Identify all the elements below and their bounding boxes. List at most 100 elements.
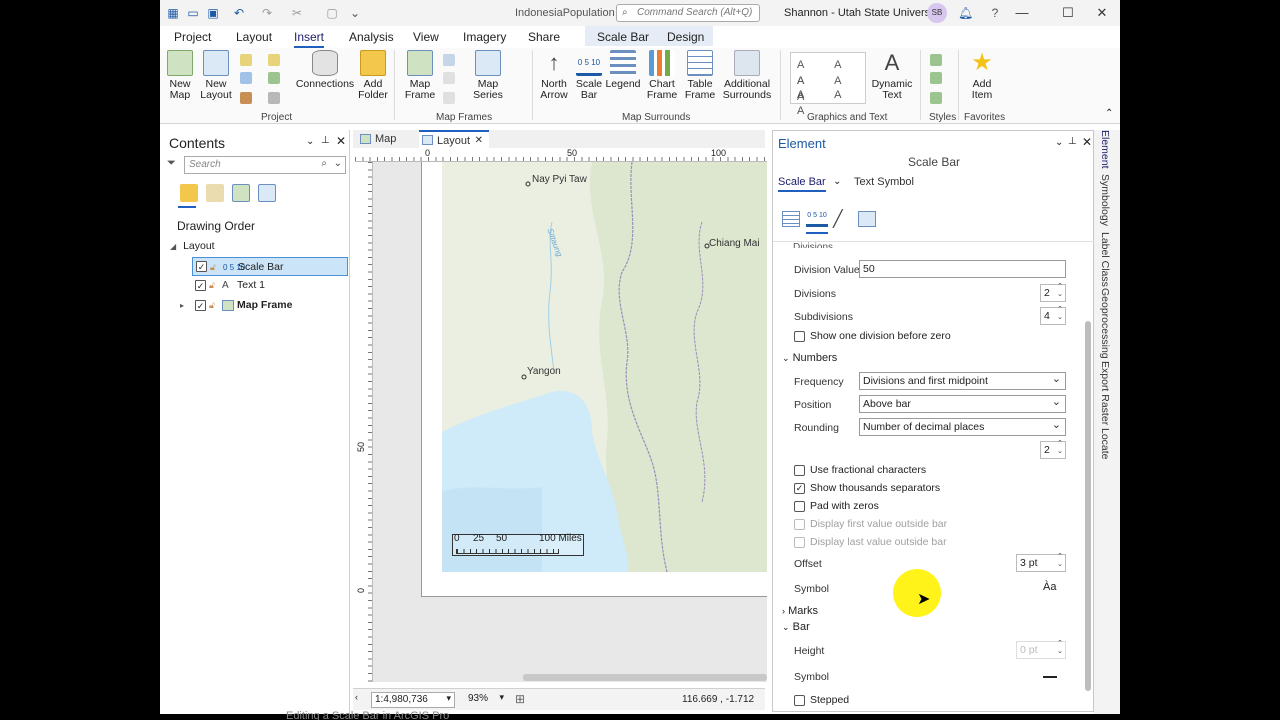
tab-map-view[interactable]: Map [357, 130, 417, 148]
divisions-stepper[interactable]: 2 [1040, 283, 1066, 302]
map-frame-button[interactable]: Map Frame [402, 50, 438, 101]
bar-section[interactable]: ⌄ Bar [782, 621, 810, 633]
new-layout-button[interactable]: New Layout [198, 50, 234, 101]
horizontal-scrollbar[interactable] [523, 674, 767, 681]
layout-canvas[interactable]: Nay Pyi Taw Chiang Mai Yangon Sittaung 0… [373, 162, 767, 682]
undo-icon[interactable]: ↶ [232, 6, 246, 20]
command-search-input[interactable]: ⌕ Command Search (Alt+Q) [616, 4, 760, 22]
tab-share[interactable]: Share [528, 30, 560, 44]
display-first-checkbox[interactable]: Display first value outside bar [794, 518, 947, 532]
height-stepper[interactable]: 0 pt [1016, 640, 1066, 659]
add-item-button[interactable]: ★ Add Item [964, 50, 1000, 101]
list-by-visibility-icon[interactable] [258, 184, 276, 202]
tree-root-layout[interactable]: ◢ Layout [170, 237, 340, 256]
close-pane-icon[interactable]: ✕ [1082, 135, 1092, 149]
visibility-checkbox[interactable]: ✓ [195, 280, 206, 291]
stepped-checkbox[interactable]: Stepped [794, 694, 849, 708]
tab-design[interactable]: Design [667, 30, 704, 44]
rounding-dropdown[interactable]: Number of decimal places [859, 418, 1066, 436]
list-by-type-icon[interactable] [206, 184, 224, 202]
lock-icon[interactable]: 🔓︎ [209, 296, 215, 315]
close-window-button[interactable]: ✕ [1087, 2, 1117, 24]
offset-stepper[interactable]: 3 pt [1016, 553, 1066, 572]
list-by-map-icon[interactable] [232, 184, 250, 202]
toolbox-icon[interactable] [240, 72, 252, 84]
frequency-dropdown[interactable]: Divisions and first midpoint [859, 372, 1066, 390]
map-series-button[interactable]: Map Series [470, 50, 506, 101]
line-symbol-preview[interactable] [1043, 676, 1057, 678]
tree-item-text-1[interactable]: ✓ 🔓︎ A Text 1 [192, 276, 348, 295]
paste-icon[interactable]: ▢ [325, 6, 339, 20]
side-tab-export-raster[interactable]: Export Raster [1099, 361, 1111, 425]
pen-icon[interactable]: ╱ [833, 209, 843, 229]
tab-insert[interactable]: Insert [294, 30, 325, 48]
collapse-ribbon-icon[interactable]: ⌃ [1105, 108, 1113, 119]
notebook-icon[interactable] [268, 54, 280, 66]
dynamic-text-button[interactable]: A Dynamic Text [870, 50, 914, 101]
text-symbol-preview[interactable]: Àa [1043, 581, 1056, 593]
options-icon[interactable] [782, 211, 800, 227]
side-tab-symbology[interactable]: Symbology [1099, 174, 1111, 226]
style-icon[interactable] [930, 54, 942, 66]
numbers-section[interactable]: ⌄ Numbers [782, 352, 837, 364]
project-icon[interactable]: ▦ [166, 6, 180, 20]
use-fractional-checkbox[interactable]: Use fractional characters [794, 464, 926, 478]
style-icon[interactable] [930, 72, 942, 84]
expand-icon[interactable]: ▸ [180, 296, 184, 315]
subtab-scale-bar[interactable]: Scale Bar [778, 176, 826, 192]
tab-view[interactable]: View [413, 30, 439, 44]
division-value-field[interactable]: 50 [859, 260, 1066, 278]
side-tab-label-class[interactable]: Label Class [1099, 232, 1111, 287]
marks-section[interactable]: › Marks [782, 605, 818, 617]
contents-search-input[interactable]: Search ⌕ ⌄ [184, 156, 346, 174]
import-map-icon[interactable] [240, 54, 252, 66]
vertical-scrollbar[interactable] [1085, 321, 1091, 691]
lock-icon[interactable]: 🔓︎ [209, 276, 215, 295]
tab-layout-view[interactable]: Layout ✕ [419, 130, 489, 148]
decimal-places-stepper[interactable]: 2 [1040, 440, 1066, 459]
task-icon[interactable] [268, 72, 280, 84]
redo-icon[interactable]: ↷ [260, 6, 274, 20]
open-icon[interactable]: ▭ [186, 6, 200, 20]
subtab-text-symbol[interactable]: Text Symbol [854, 176, 914, 188]
customize-icon[interactable]: ⌄ [348, 6, 362, 20]
show-thousands-checkbox[interactable]: ✓ Show thousands separators [794, 482, 940, 496]
tree-item-scale-bar[interactable]: ✓ 🔓︎ 0 5 10 Scale Bar [192, 257, 348, 276]
report-icon[interactable] [268, 92, 280, 104]
placement-icon[interactable] [858, 211, 876, 227]
tab-layout[interactable]: Layout [236, 30, 272, 44]
show-one-division-checkbox[interactable]: Show one division before zero [794, 330, 951, 344]
avatar[interactable]: SB [927, 3, 947, 23]
pane-options-icon[interactable]: ⌄ [1055, 137, 1063, 148]
tree-item-map-frame[interactable]: ▸ ✓ 🔓︎ Map Frame [180, 296, 348, 315]
side-tab-element[interactable]: Element [1099, 130, 1111, 169]
connections-button[interactable]: Connections [294, 50, 356, 90]
display-last-checkbox[interactable]: Display last value outside bar [794, 536, 947, 550]
chevron-down-icon[interactable]: ⌄ [833, 176, 841, 187]
filter-icon[interactable]: ⏷ [167, 157, 176, 170]
scale-selector[interactable]: 1:4,980,736 ▾ [371, 692, 455, 708]
zoom-selector[interactable]: 93% ▾ [465, 692, 505, 708]
minimize-button[interactable]: — [1007, 2, 1037, 24]
scale-bar-button[interactable]: 0 5 10 Scale Bar [574, 50, 604, 101]
legend-button[interactable]: Legend [604, 50, 642, 90]
style-icon[interactable] [930, 92, 942, 104]
subdivisions-stepper[interactable]: 4 [1040, 306, 1066, 325]
pane-options-icon[interactable]: ⌄ [306, 136, 314, 147]
extent-icon[interactable] [443, 92, 455, 104]
close-pane-icon[interactable]: ✕ [336, 134, 346, 148]
tab-analysis[interactable]: Analysis [349, 30, 394, 44]
toolbox-add-icon[interactable] [240, 92, 252, 104]
drawing-order-icon[interactable] [180, 184, 198, 202]
grid-snap-icon[interactable]: ⊞ [515, 692, 525, 706]
add-folder-button[interactable]: Add Folder [358, 50, 388, 101]
tab-imagery[interactable]: Imagery [463, 30, 506, 44]
lock-icon[interactable]: 🔓︎ [210, 258, 216, 277]
visibility-checkbox[interactable]: ✓ [196, 261, 207, 272]
additional-surrounds-button[interactable]: Additional Surrounds [720, 50, 774, 101]
table-frame-button[interactable]: Table Frame [682, 50, 718, 101]
save-icon[interactable]: ▣ [206, 6, 220, 20]
scale-bar-properties-icon[interactable]: 0 5 10 [806, 211, 828, 227]
maximize-button[interactable]: ☐ [1053, 2, 1083, 24]
tab-scale-bar[interactable]: Scale Bar [597, 30, 649, 44]
